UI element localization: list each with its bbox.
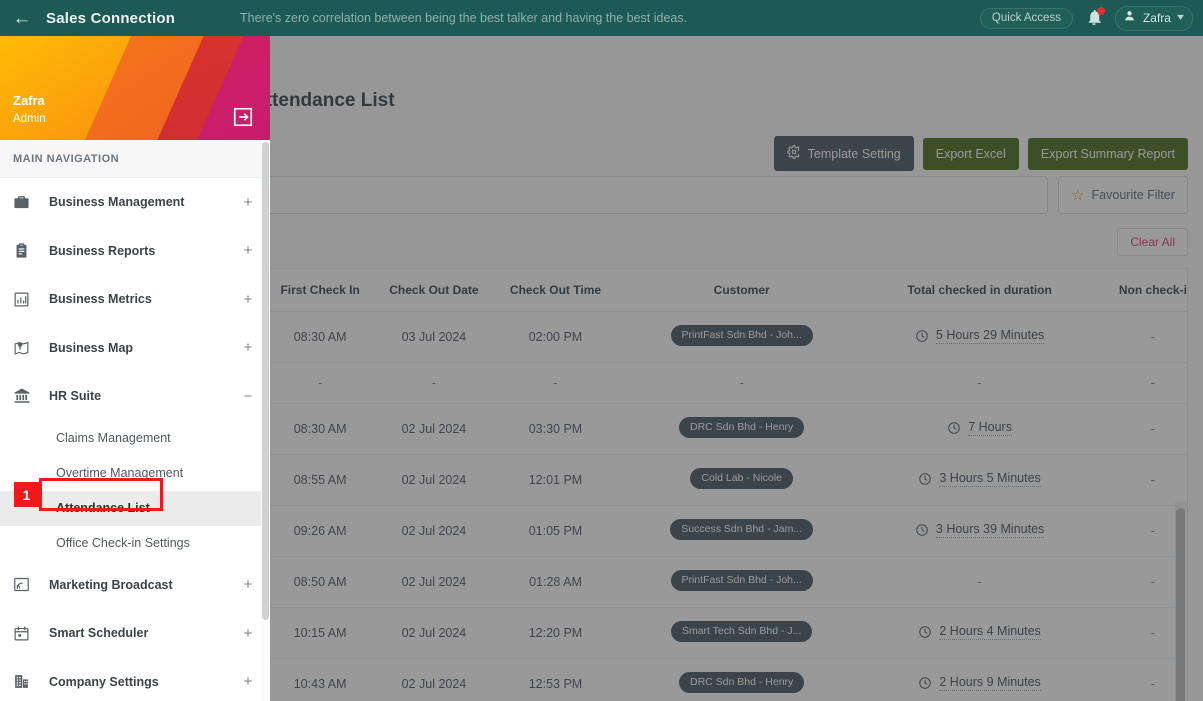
sidebar-profile-banner: Zafra Admin bbox=[0, 36, 270, 140]
sidebar-subitem-label: Office Check-in Settings bbox=[56, 536, 190, 550]
sidebar-item-label: Business Reports bbox=[49, 243, 156, 258]
briefcase-icon bbox=[13, 194, 39, 211]
sidebar-user-name: Zafra bbox=[13, 93, 45, 109]
sidebar-item-label: HR Suite bbox=[49, 389, 102, 404]
sidebar-item-label: Smart Scheduler bbox=[49, 626, 149, 641]
sidebar-user-info: Zafra Admin bbox=[13, 92, 46, 128]
bell-icon[interactable] bbox=[1085, 7, 1105, 28]
sidebar-subitem-label: Overtime Management bbox=[56, 466, 184, 480]
arrow-left-icon[interactable]: ← bbox=[0, 0, 44, 36]
sidebar-item-label: Marketing Broadcast bbox=[49, 577, 173, 592]
avatar-icon bbox=[1123, 9, 1136, 27]
user-name: Zafra bbox=[1142, 10, 1171, 25]
sidebar-item-company-settings[interactable]: Company Settings + bbox=[0, 658, 270, 701]
map-pin-icon bbox=[13, 339, 39, 356]
sidebar-item-toggle-icon[interactable]: + bbox=[242, 243, 254, 258]
clipboard-icon bbox=[13, 242, 39, 259]
sidebar-item-label: Company Settings bbox=[49, 674, 159, 689]
broadcast-icon bbox=[13, 576, 39, 593]
sidebar-item-toggle-icon[interactable]: + bbox=[242, 674, 254, 689]
sidebar-item-toggle-icon[interactable]: + bbox=[242, 340, 254, 355]
brand-title: Sales Connection bbox=[46, 9, 176, 27]
building-icon bbox=[13, 673, 39, 690]
sidebar-item-hr-suite[interactable]: HR Suite − bbox=[0, 372, 270, 421]
sidebar-user-role: Admin bbox=[13, 113, 46, 126]
sidebar-item-business-management[interactable]: Business Management + bbox=[0, 178, 270, 227]
sidebar-nav-list: Business Management + Business Reports + Bus… bbox=[0, 178, 270, 701]
sidebar: Zafra Admin MAIN NAVIGATION Business Man… bbox=[0, 36, 270, 701]
calendar-icon bbox=[13, 625, 39, 642]
sidebar-subitem-overtime-management[interactable]: Overtime Management bbox=[0, 455, 270, 491]
sidebar-item-business-map[interactable]: Business Map + bbox=[0, 324, 270, 373]
sidebar-item-marketing-broadcast[interactable]: Marketing Broadcast + bbox=[0, 561, 270, 610]
sidebar-item-label: Business Metrics bbox=[49, 292, 152, 307]
sidebar-subitem-office-check-in-settings[interactable]: Office Check-in Settings bbox=[0, 525, 270, 561]
sidebar-scrollbar-thumb[interactable] bbox=[262, 142, 269, 620]
logout-icon[interactable] bbox=[232, 106, 254, 128]
sidebar-item-toggle-icon[interactable]: + bbox=[242, 577, 254, 592]
sidebar-subitem-attendance-list[interactable]: Attendance List bbox=[0, 490, 270, 526]
sidebar-subitem-label: Claims Management bbox=[56, 431, 171, 445]
header-right-group: Quick Access Zafra ▾ bbox=[979, 0, 1193, 36]
header-tagline: There's zero correlation between being t… bbox=[240, 11, 688, 25]
sidebar-subitem-label: Attendance List bbox=[56, 501, 150, 515]
quick-access-button[interactable]: Quick Access bbox=[979, 7, 1073, 29]
notification-dot bbox=[1096, 7, 1105, 15]
sidebar-subitem-claims-management[interactable]: Claims Management bbox=[0, 420, 270, 456]
sidebar-item-toggle-icon[interactable]: + bbox=[242, 292, 254, 307]
sidebar-item-toggle-icon[interactable]: − bbox=[242, 389, 254, 404]
sidebar-item-toggle-icon[interactable]: + bbox=[242, 195, 254, 210]
sidebar-scrollbar[interactable] bbox=[261, 140, 270, 701]
chevron-down-icon: ▾ bbox=[1177, 12, 1184, 23]
sidebar-item-business-reports[interactable]: Business Reports + bbox=[0, 227, 270, 276]
app-root: Attendance List Template Setting Export … bbox=[0, 0, 1203, 701]
bar-chart-icon bbox=[13, 291, 39, 308]
sidebar-item-label: Business Management bbox=[49, 195, 185, 210]
nav-section-heading: MAIN NAVIGATION bbox=[0, 140, 270, 178]
bank-icon bbox=[13, 387, 39, 405]
user-menu[interactable]: Zafra ▾ bbox=[1114, 5, 1193, 31]
sidebar-item-business-metrics[interactable]: Business Metrics + bbox=[0, 275, 270, 324]
annotation-step-badge: 1 bbox=[14, 482, 39, 507]
sidebar-item-smart-scheduler[interactable]: Smart Scheduler + bbox=[0, 609, 270, 658]
sidebar-item-label: Business Map bbox=[49, 340, 134, 355]
top-header-bar: ← Sales Connection There's zero correlat… bbox=[0, 0, 1203, 36]
sidebar-item-toggle-icon[interactable]: + bbox=[242, 626, 254, 641]
